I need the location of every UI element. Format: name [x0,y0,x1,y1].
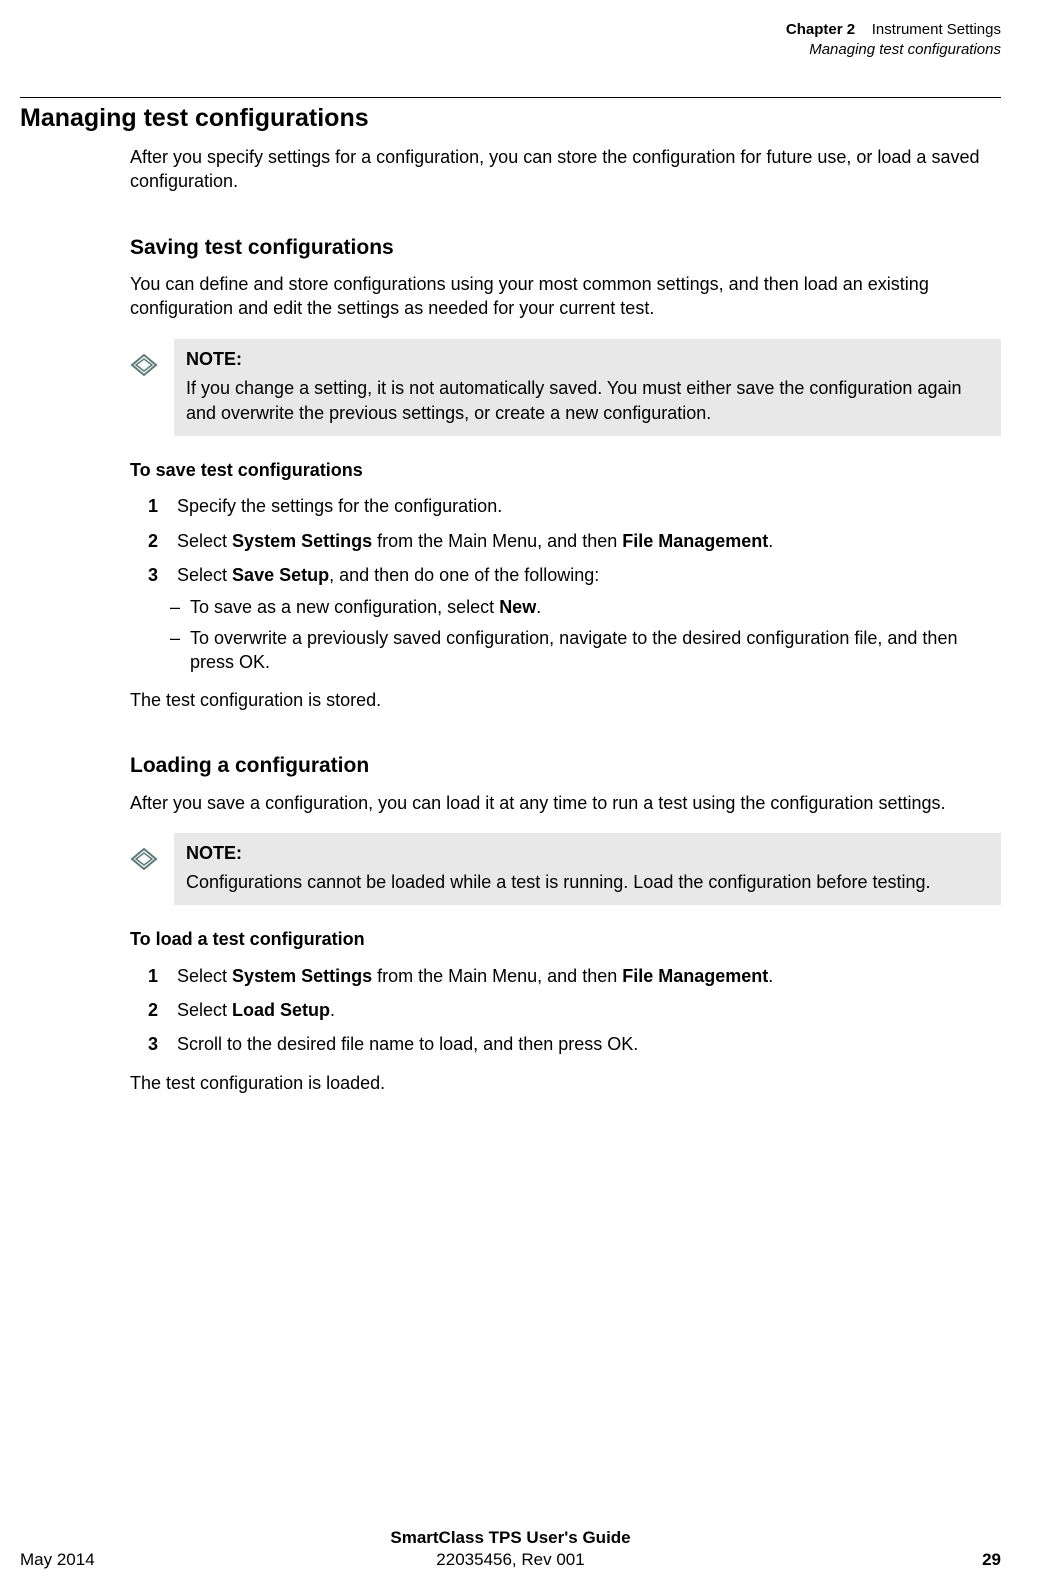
substep: To save as a new configuration, select N… [130,595,1001,619]
intro-paragraph: After you specify settings for a configu… [130,145,1001,194]
chapter-label: Chapter 2 [786,21,855,38]
saving-heading: Saving test configurations [130,234,1001,262]
footer-doc-number: 22035456, Rev 001 [347,1550,674,1570]
page-footer: SmartClass TPS User's Guide May 2014 220… [20,1528,1001,1570]
saving-intro: You can define and store configurations … [130,272,1001,321]
note-icon [130,833,164,871]
saving-note: NOTE: If you change a setting, it is not… [130,339,1001,437]
footer-date: May 2014 [20,1550,347,1570]
running-section-title: Managing test configurations [20,40,1001,60]
step: 3 Select Save Setup, and then do one of … [130,563,1001,674]
loading-intro: After you save a configuration, you can … [130,791,1001,815]
step: 1 Select System Settings from the Main M… [130,964,1001,988]
saving-result: The test configuration is stored. [130,688,1001,712]
loading-procedure-title: To load a test configuration [130,927,1001,951]
loading-steps: 1 Select System Settings from the Main M… [130,964,1001,1057]
note-label: NOTE: [186,841,989,866]
saving-steps: 1 Specify the settings for the configura… [130,494,1001,674]
step: 1 Specify the settings for the configura… [130,494,1001,518]
footer-page-number: 29 [674,1550,1001,1570]
note-text: If you change a setting, it is not autom… [186,376,989,426]
header-rule [20,97,1001,98]
running-header: Chapter 2 Instrument Settings Managing t… [20,20,1001,59]
saving-procedure-title: To save test configurations [130,458,1001,482]
note-text: Configurations cannot be loaded while a … [186,870,989,895]
chapter-title: Instrument Settings [872,21,1001,38]
note-label: NOTE: [186,347,989,372]
loading-note: NOTE: Configurations cannot be loaded wh… [130,833,1001,905]
step: 3 Scroll to the desired file name to loa… [130,1032,1001,1056]
loading-result: The test configuration is loaded. [130,1071,1001,1095]
substep: To overwrite a previously saved configur… [130,626,1001,675]
page-title: Managing test configurations [20,104,1001,133]
footer-guide-title: SmartClass TPS User's Guide [20,1528,1001,1548]
substeps: To save as a new configuration, select N… [130,595,1001,674]
note-icon [130,339,164,377]
step: 2 Select Load Setup. [130,998,1001,1022]
step: 2 Select System Settings from the Main M… [130,529,1001,553]
loading-heading: Loading a configuration [130,752,1001,780]
